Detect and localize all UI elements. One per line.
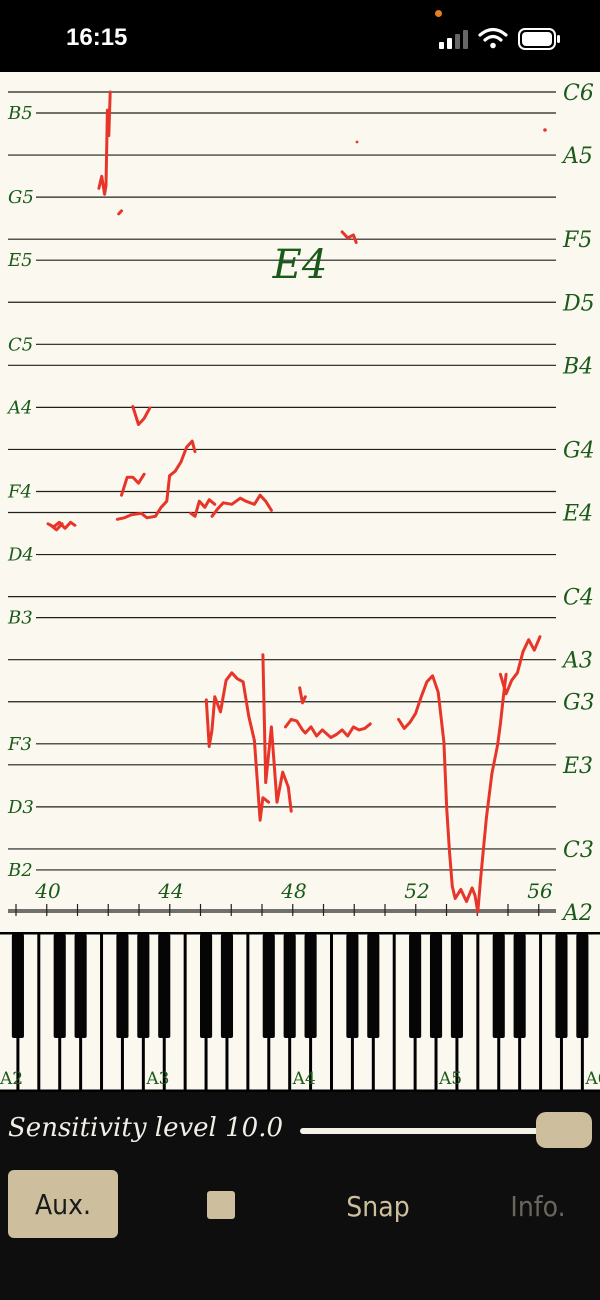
- snap-button[interactable]: Snap: [330, 1183, 426, 1229]
- time-tick-label: 56: [527, 879, 553, 903]
- note-label: D4: [7, 545, 34, 566]
- note-label: C4: [563, 586, 594, 611]
- aux-button[interactable]: Aux.: [8, 1170, 118, 1238]
- note-label: A2: [561, 901, 593, 926]
- note-label: C3: [563, 838, 594, 863]
- note-label: C5: [8, 334, 33, 355]
- info-button[interactable]: Info.: [490, 1183, 586, 1229]
- octave-label: A5: [438, 1069, 462, 1089]
- status-time: 16:15: [66, 24, 128, 51]
- pitch-trace-point: [543, 128, 547, 132]
- black-key[interactable]: [220, 934, 234, 1038]
- black-key[interactable]: [555, 934, 568, 1038]
- note-label: F4: [7, 481, 32, 502]
- time-tick-label: 40: [34, 879, 61, 903]
- note-label: D3: [7, 797, 34, 818]
- note-label: E5: [7, 250, 33, 271]
- time-tick-label: 44: [157, 879, 183, 903]
- note-label: G5: [8, 187, 34, 208]
- black-key[interactable]: [53, 934, 66, 1038]
- staff-grid: B5 G5 E5 C5 A4 F4 D4 B3 F3 D3 B2 C6 A5 F5 D5 B4 G4 E4 C4 A3…: [6, 80, 598, 926]
- black-key[interactable]: [137, 934, 150, 1038]
- black-key[interactable]: [283, 934, 296, 1038]
- status-bar: 16:15: [0, 0, 600, 72]
- pitch-trace: [115, 439, 197, 521]
- black-key[interactable]: [158, 934, 171, 1038]
- pitch-trace: [261, 653, 293, 813]
- note-label: B2: [7, 860, 33, 881]
- sensitivity-label: Sensitivity level 10.0: [8, 1113, 284, 1143]
- pitch-trace: [210, 493, 273, 518]
- black-key[interactable]: [262, 934, 275, 1038]
- octave-label: A4: [292, 1069, 316, 1089]
- pitch-trace: [397, 672, 508, 914]
- square-toggle-button[interactable]: [207, 1191, 235, 1219]
- black-key[interactable]: [116, 934, 129, 1038]
- note-label: D5: [562, 291, 595, 316]
- time-tick-label: 48: [280, 879, 306, 903]
- black-key[interactable]: [492, 934, 505, 1038]
- octave-label: A2: [0, 1069, 23, 1089]
- time-tick-label: 52: [404, 879, 429, 903]
- wifi-icon: [478, 27, 508, 49]
- pitch-trace: [284, 717, 372, 739]
- note-label: G4: [563, 438, 595, 463]
- black-key[interactable]: [199, 934, 213, 1038]
- note-label: E4: [562, 502, 593, 527]
- pitch-staff: B5 G5 E5 C5 A4 F4 D4 B3 F3 D3 B2 C6 A5 F5 D5 B4 G4 E4 C4 A3…: [0, 72, 600, 932]
- pitch-trace: [97, 90, 112, 196]
- black-key[interactable]: [513, 934, 526, 1038]
- black-key[interactable]: [450, 934, 463, 1038]
- pitch-trace: [298, 686, 307, 705]
- piano-keyboard[interactable]: A2 A3 A4 A5 A6: [0, 932, 600, 1092]
- octave-label: A6: [584, 1069, 600, 1089]
- current-note-display: E4: [272, 242, 328, 288]
- note-label: B5: [7, 103, 33, 124]
- sensitivity-slider-track[interactable]: [300, 1128, 550, 1134]
- black-key[interactable]: [11, 934, 24, 1038]
- piano-keys[interactable]: A2 A3 A4 A5 A6: [0, 932, 600, 1092]
- black-key[interactable]: [429, 934, 443, 1038]
- note-label: A3: [561, 649, 593, 674]
- pitch-trace: [498, 635, 542, 696]
- battery-icon: [518, 28, 560, 50]
- note-label: E3: [562, 754, 593, 779]
- note-label: G3: [563, 691, 595, 716]
- black-key[interactable]: [576, 934, 589, 1038]
- note-label: B4: [562, 354, 593, 379]
- black-key[interactable]: [346, 934, 359, 1038]
- privacy-indicator-dot: [435, 10, 442, 17]
- pitch-trace: [189, 498, 217, 518]
- note-label: A4: [6, 397, 32, 418]
- pitch-trace: [204, 671, 271, 822]
- note-label: F3: [7, 734, 32, 755]
- note-label: B3: [7, 608, 33, 629]
- pitch-trace: [131, 405, 152, 426]
- octave-label: A3: [145, 1069, 169, 1089]
- black-key[interactable]: [304, 934, 317, 1038]
- black-key[interactable]: [409, 934, 422, 1038]
- pitch-trace-point: [355, 140, 359, 144]
- note-label: A5: [561, 144, 593, 169]
- pitch-trace: [117, 209, 123, 216]
- pitch-trace: [340, 230, 358, 244]
- black-key[interactable]: [74, 934, 87, 1038]
- note-label: F5: [562, 228, 592, 253]
- sensitivity-slider-thumb[interactable]: [536, 1112, 592, 1148]
- note-label: C6: [563, 81, 594, 106]
- black-key[interactable]: [367, 934, 380, 1038]
- cellular-signal-icon: [439, 30, 468, 49]
